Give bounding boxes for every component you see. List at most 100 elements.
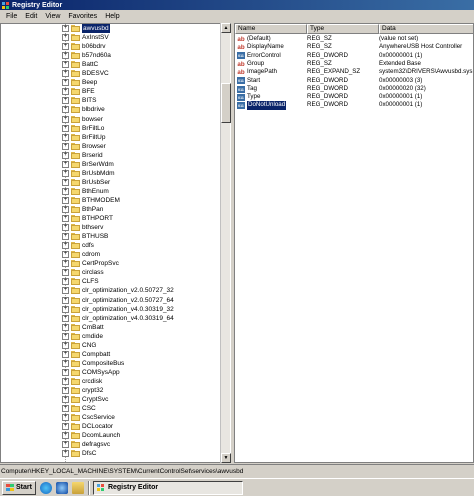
expand-icon[interactable]: + — [62, 432, 69, 440]
value-row[interactable]: ab (Default) REG_SZ (value not set) — [235, 35, 473, 44]
tree-item[interactable]: + Brserid — [1, 151, 221, 160]
tree-item[interactable]: + crcdisk — [1, 377, 221, 386]
expand-icon[interactable]: + — [62, 242, 69, 250]
expand-icon[interactable]: + — [62, 169, 69, 177]
taskbar-registry-editor[interactable]: Registry Editor — [92, 480, 243, 495]
expand-icon[interactable]: + — [62, 133, 69, 141]
tree-item[interactable]: + CLFS — [1, 277, 221, 286]
menu-file[interactable]: File — [2, 13, 21, 20]
tree-item[interactable]: + awvusbd — [1, 24, 221, 33]
tree-item[interactable]: + DCLocator — [1, 422, 221, 431]
scroll-thumb[interactable] — [221, 83, 231, 123]
expand-icon[interactable]: + — [62, 52, 69, 60]
expand-icon[interactable]: + — [62, 314, 69, 322]
expand-icon[interactable]: + — [62, 359, 69, 367]
expand-icon[interactable]: + — [62, 341, 69, 349]
expand-icon[interactable]: + — [62, 97, 69, 105]
tree-item[interactable]: + CscService — [1, 413, 221, 422]
start-button[interactable]: Start — [2, 480, 36, 495]
tree-item[interactable]: + Browser — [1, 142, 221, 151]
expand-icon[interactable]: + — [62, 368, 69, 376]
tree-item[interactable]: + BTHUSB — [1, 232, 221, 241]
tree-item[interactable]: + Beep — [1, 78, 221, 87]
tree-item[interactable]: + CSC — [1, 404, 221, 413]
tree-item[interactable]: + AxInstSV — [1, 33, 221, 42]
tree-item[interactable]: + BrFiltUp — [1, 133, 221, 142]
tree-item[interactable]: + cdfs — [1, 241, 221, 250]
tree-item[interactable]: + BTHPORT — [1, 214, 221, 223]
expand-icon[interactable]: + — [62, 43, 69, 51]
expand-icon[interactable]: + — [62, 88, 69, 96]
value-row[interactable]: ab DisplayName REG_SZ AnywhereUSB Host Cont… — [235, 43, 473, 52]
expand-icon[interactable]: + — [62, 178, 69, 186]
expand-icon[interactable]: + — [62, 115, 69, 123]
tree-item[interactable]: + cdrom — [1, 250, 221, 259]
tree-item[interactable]: + Compbatt — [1, 350, 221, 359]
tree-item[interactable]: + BrUsbSer — [1, 178, 221, 187]
tree-item[interactable]: + bthserv — [1, 223, 221, 232]
expand-icon[interactable]: + — [62, 215, 69, 223]
expand-icon[interactable]: + — [62, 441, 69, 449]
expand-icon[interactable]: + — [62, 61, 69, 69]
tree-item[interactable]: + cmdide — [1, 332, 221, 341]
expand-icon[interactable]: + — [62, 160, 69, 168]
expand-icon[interactable]: + — [62, 196, 69, 204]
expand-icon[interactable]: + — [62, 260, 69, 268]
tree-scrollbar[interactable]: ▲ ▼ — [220, 23, 231, 463]
tree-item[interactable]: + CNG — [1, 341, 221, 350]
tree-item[interactable]: + BthEnum — [1, 187, 221, 196]
tree-item[interactable]: + COMSysApp — [1, 368, 221, 377]
tree-item[interactable]: + bowser — [1, 115, 221, 124]
value-row[interactable]: ab Group REG_SZ Extended Base — [235, 60, 473, 69]
column-name[interactable]: Name — [235, 24, 307, 34]
expand-icon[interactable]: + — [62, 79, 69, 87]
tree-item[interactable]: + circlass — [1, 268, 221, 277]
tree-item[interactable]: + defragsvc — [1, 440, 221, 449]
expand-icon[interactable]: + — [62, 187, 69, 195]
expand-icon[interactable]: + — [62, 142, 69, 150]
expand-icon[interactable]: + — [62, 251, 69, 259]
explorer-folder-icon[interactable] — [71, 481, 84, 494]
value-row[interactable]: 011 Start REG_DWORD 0x00000003 (3) — [235, 77, 473, 86]
expand-icon[interactable]: + — [62, 305, 69, 313]
tree-item[interactable]: + clr_optimization_v2.0.50727_32 — [1, 286, 221, 295]
expand-icon[interactable]: + — [62, 70, 69, 78]
tree-item[interactable]: + BthPan — [1, 205, 221, 214]
tree-item[interactable]: + BrFiltLo — [1, 124, 221, 133]
expand-icon[interactable]: + — [62, 34, 69, 42]
tree-item[interactable]: + crypt32 — [1, 386, 221, 395]
tree-item[interactable]: + BattC — [1, 60, 221, 69]
tree-item[interactable]: + BFE — [1, 87, 221, 96]
expand-icon[interactable]: + — [62, 405, 69, 413]
expand-icon[interactable]: + — [62, 323, 69, 331]
title-bar[interactable]: Registry Editor — [0, 0, 474, 10]
tree-item[interactable]: + clr_optimization_v2.0.50727_64 — [1, 296, 221, 305]
expand-icon[interactable]: + — [62, 296, 69, 304]
expand-icon[interactable]: + — [62, 377, 69, 385]
column-type[interactable]: Type — [307, 24, 379, 34]
internet-explorer-icon[interactable] — [39, 481, 52, 494]
tree-item[interactable]: + BrSerWdm — [1, 160, 221, 169]
expand-icon[interactable]: + — [62, 396, 69, 404]
value-row[interactable]: 011 ErrorControl REG_DWORD 0x00000001 (1) — [235, 52, 473, 61]
tree-item[interactable]: + DfsC — [1, 449, 221, 458]
tree-item[interactable]: + CertPropSvc — [1, 259, 221, 268]
menu-favorites[interactable]: Favorites — [64, 13, 101, 20]
expand-icon[interactable]: + — [62, 350, 69, 358]
tree-item[interactable]: + clr_optimization_v4.0.30319_32 — [1, 305, 221, 314]
values-pane[interactable]: Name Type Data ab (Default) REG_SZ (value n… — [234, 23, 474, 463]
expand-icon[interactable]: + — [62, 233, 69, 241]
expand-icon[interactable]: + — [62, 423, 69, 431]
expand-icon[interactable]: + — [62, 124, 69, 132]
value-row[interactable]: 011 Type REG_DWORD 0x00000001 (1) — [235, 93, 473, 102]
expand-icon[interactable]: + — [62, 387, 69, 394]
powershell-icon[interactable] — [55, 481, 68, 494]
tree-item[interactable]: + CompositeBus — [1, 359, 221, 368]
tree-item[interactable]: + blbdrive — [1, 105, 221, 114]
tree-item[interactable]: + clr_optimization_v4.0.30319_64 — [1, 314, 221, 323]
value-row[interactable]: 011 DoNotUnload REG_DWORD 0x00000001 (1) — [235, 101, 473, 110]
tree-item[interactable]: + b57nd60a — [1, 51, 221, 60]
expand-icon[interactable]: + — [62, 414, 69, 422]
scroll-down-icon[interactable]: ▼ — [221, 453, 231, 463]
expand-icon[interactable]: + — [62, 450, 69, 458]
